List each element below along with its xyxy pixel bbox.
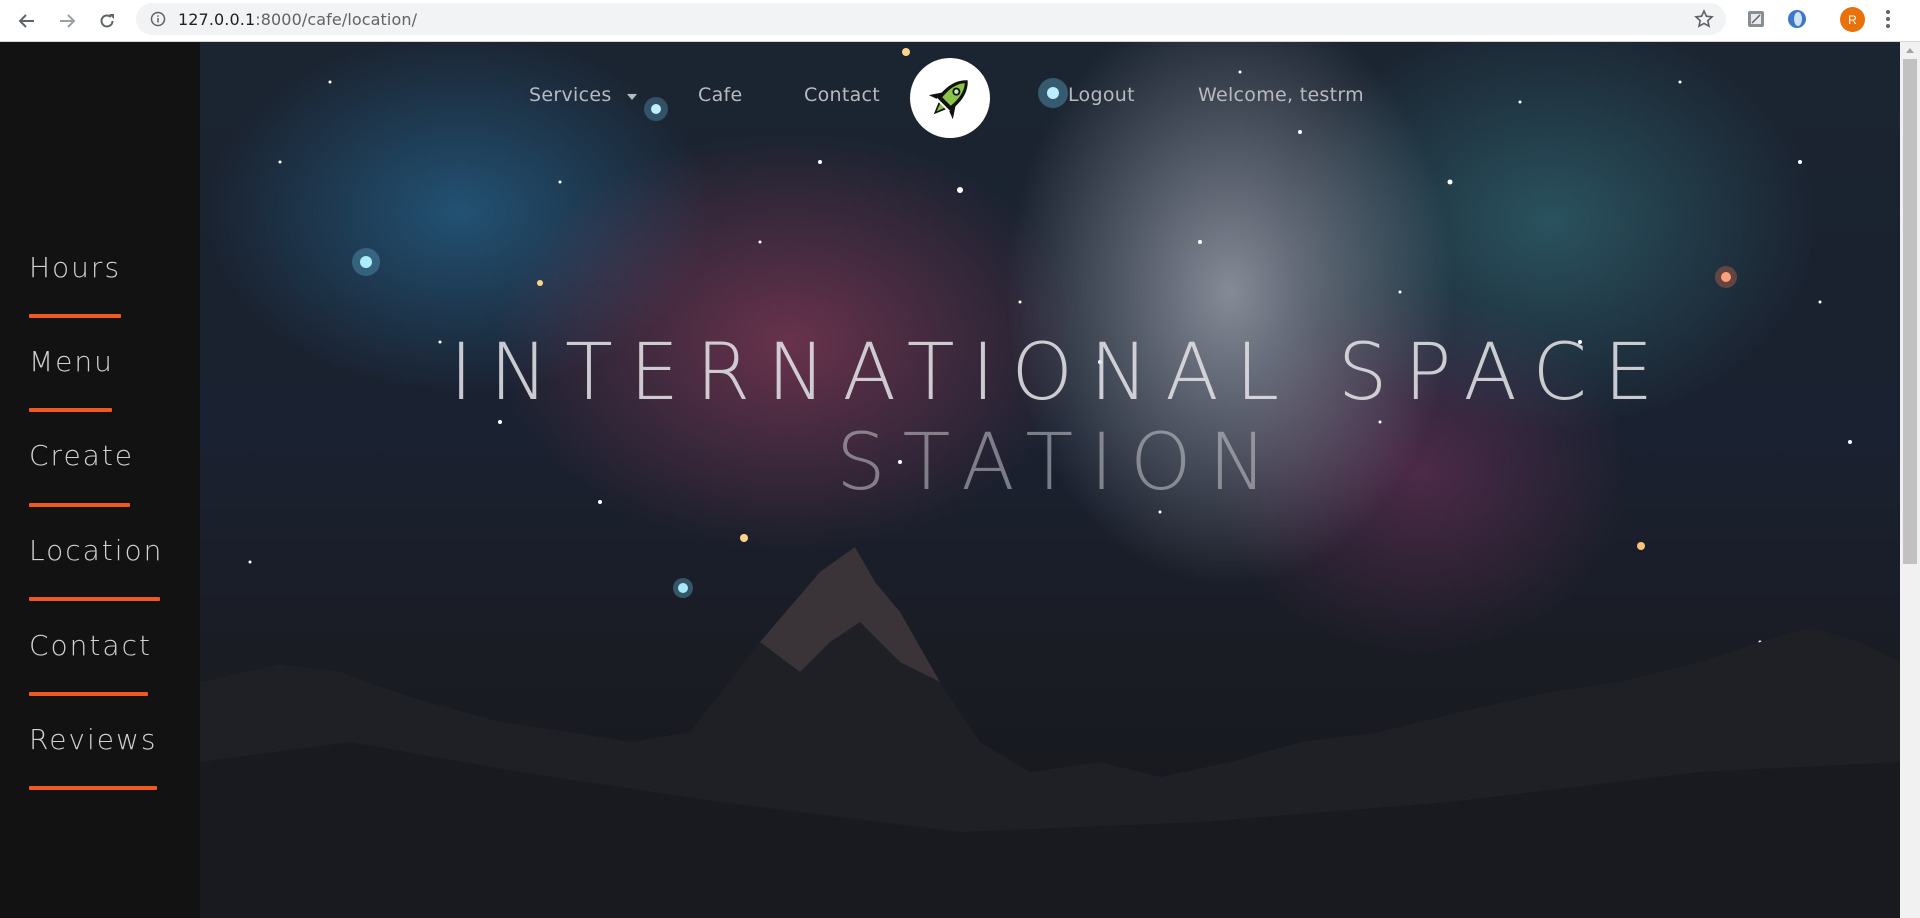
hero-title-line2: STATION xyxy=(836,418,1284,508)
reload-button[interactable] xyxy=(94,8,120,34)
rocket-logo[interactable] xyxy=(910,58,990,138)
sidebar-underline xyxy=(29,786,157,790)
hero-title-line1: INTERNATIONAL SPACE xyxy=(449,328,1671,418)
sidebar-underline xyxy=(29,503,130,507)
scrollbar-thumb[interactable] xyxy=(1903,59,1917,564)
sidebar-item-location[interactable]: Location xyxy=(29,534,163,567)
sidebar-item-reviews[interactable]: Reviews xyxy=(29,723,158,756)
profile-avatar[interactable]: R xyxy=(1840,7,1865,32)
sidebar-underline xyxy=(29,692,148,696)
back-icon xyxy=(18,13,34,28)
forward-button[interactable] xyxy=(54,8,80,34)
star-icon[interactable] xyxy=(1694,9,1714,29)
extension-icon[interactable] xyxy=(1786,8,1808,30)
scroll-up-icon[interactable] xyxy=(1906,48,1914,53)
rocket-icon xyxy=(928,80,968,120)
forward-icon xyxy=(60,13,76,28)
url-path: :8000/cafe/location/ xyxy=(255,9,418,29)
nav-cafe[interactable]: Cafe xyxy=(698,84,743,106)
browser-toolbar: 127.0.0.1:8000/cafe/location/ R xyxy=(0,0,1920,42)
reload-icon xyxy=(100,13,114,27)
sidebar-underline xyxy=(29,597,160,601)
page-scrollbar[interactable] xyxy=(1900,42,1920,918)
info-icon[interactable] xyxy=(150,11,166,27)
extension-icon[interactable] xyxy=(1746,9,1766,29)
sidebar-underline xyxy=(29,314,121,318)
menu-icon[interactable] xyxy=(1884,8,1892,30)
sidebar-item-hours[interactable]: Hours xyxy=(29,251,121,284)
nav-services-dropdown[interactable]: Services xyxy=(529,84,612,106)
hero-banner: Services Cafe Contact Logout Welcome, te… xyxy=(200,42,1900,918)
chevron-down-icon xyxy=(627,94,637,100)
address-bar[interactable]: 127.0.0.1:8000/cafe/location/ xyxy=(136,3,1726,35)
back-button[interactable] xyxy=(14,8,40,34)
sidebar-underline xyxy=(29,408,112,412)
sidebar-item-contact[interactable]: Contact xyxy=(29,629,152,662)
sidebar-item-menu[interactable]: Menu xyxy=(29,345,114,378)
sidebar-item-create[interactable]: Create xyxy=(29,439,134,472)
url-text[interactable]: 127.0.0.1:8000/cafe/location/ xyxy=(178,10,417,29)
sidebar: Hours Menu Create Location Contact Revie… xyxy=(0,42,200,918)
welcome-text: Welcome, testrm xyxy=(1198,84,1364,106)
nav-logout[interactable]: Logout xyxy=(1068,84,1135,106)
page: Hours Menu Create Location Contact Revie… xyxy=(0,42,1900,918)
nav-contact[interactable]: Contact xyxy=(804,84,880,106)
url-host: 127.0.0.1 xyxy=(178,9,256,29)
